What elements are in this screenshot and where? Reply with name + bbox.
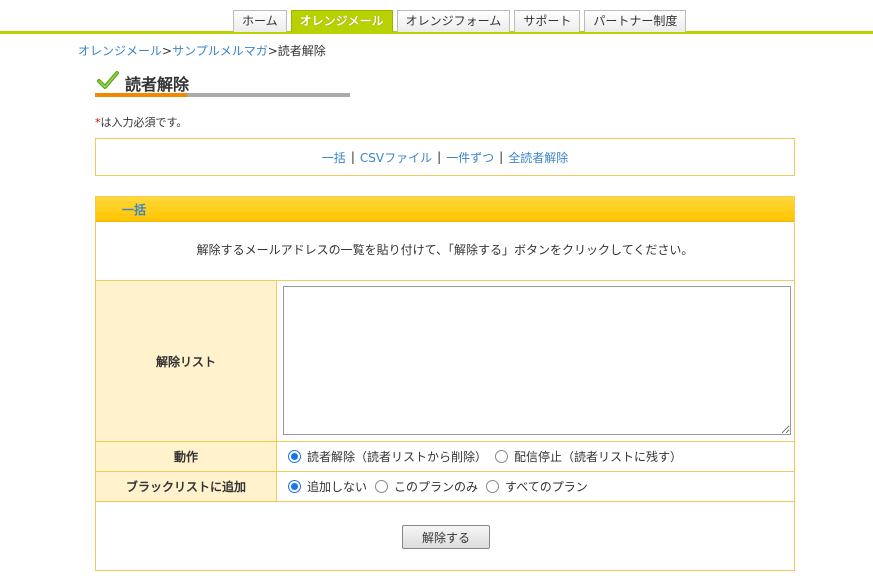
radio-unselected-icon — [495, 450, 509, 463]
radio-label: このプランのみ — [394, 480, 479, 494]
list-value-cell — [278, 281, 794, 441]
page-title-block: 読者解除 — [95, 68, 350, 98]
mode-separator: | — [350, 150, 355, 164]
mode-separator: | — [499, 150, 504, 164]
tab-support[interactable]: サポート — [514, 10, 581, 32]
blacklist-row: ブラックリストに追加 追加しない このプランのみ すべてのプラン — [96, 472, 794, 502]
action-row: 動作 読者解除（読者リストから削除） 配信停止（読者リストに残す） — [96, 442, 794, 472]
mode-links: 一括 | CSVファイル | 一件ずつ | 全読者解除 — [95, 138, 795, 176]
breadcrumb-sample-magazine[interactable]: サンプルメルマガ — [172, 44, 268, 58]
tab-home[interactable]: ホーム — [233, 10, 287, 32]
tab-orange-form[interactable]: オレンジフォーム — [396, 10, 511, 32]
radio-selected-icon — [288, 450, 301, 463]
panel-heading: 一括 — [122, 203, 147, 217]
action-label: 動作 — [96, 442, 277, 471]
breadcrumb-separator: > — [162, 44, 173, 58]
radio-delete-reader[interactable]: 読者解除（読者リストから削除） — [288, 448, 487, 465]
radio-label: 追加しない — [307, 480, 368, 494]
mode-separator: | — [437, 150, 442, 164]
breadcrumb: オレンジメール>サンプルメルマガ>読者解除 — [78, 42, 326, 59]
radio-selected-icon — [288, 480, 301, 493]
required-note-text: は入力必須です。 — [100, 116, 188, 129]
required-note: *は入力必須です。 — [95, 114, 187, 130]
panel-description: 解除するメールアドレスの一覧を貼り付けて、「解除する」ボタンをクリックしてくださ… — [96, 222, 794, 281]
action-options: 読者解除（読者リストから削除） 配信停止（読者リストに残す） — [278, 442, 794, 471]
list-label: 解除リスト — [96, 281, 277, 441]
mode-link-single[interactable]: 一件ずつ — [446, 149, 494, 166]
unsubscribe-button[interactable]: 解除する — [402, 525, 490, 549]
top-navigation: ホーム オレンジメール オレンジフォーム サポート パートナー制度 — [0, 0, 873, 34]
radio-this-plan[interactable]: このプランのみ — [375, 478, 478, 495]
unsubscribe-list-textarea[interactable] — [283, 286, 791, 435]
panel-header: 一括 — [96, 197, 794, 222]
bulk-panel: 一括 解除するメールアドレスの一覧を貼り付けて、「解除する」ボタンをクリックして… — [95, 196, 795, 571]
blacklist-label: ブラックリストに追加 — [96, 472, 277, 501]
radio-label: 配信停止（読者リストに残す） — [514, 450, 683, 464]
radio-no-add[interactable]: 追加しない — [288, 478, 367, 495]
mode-link-csv[interactable]: CSVファイル — [360, 149, 432, 166]
tab-orange-mail[interactable]: オレンジメール — [290, 10, 393, 32]
page-title: 読者解除 — [125, 75, 190, 94]
radio-unselected-icon — [375, 480, 389, 493]
breadcrumb-current: 読者解除 — [277, 44, 326, 58]
mode-link-bulk[interactable]: 一括 — [322, 149, 346, 166]
radio-all-plans[interactable]: すべてのプラン — [486, 478, 588, 495]
list-row: 解除リスト — [96, 281, 794, 442]
tab-partner[interactable]: パートナー制度 — [584, 10, 687, 32]
nav-tabs: ホーム オレンジメール オレンジフォーム サポート パートナー制度 — [233, 10, 687, 32]
radio-label: 読者解除（読者リストから削除） — [307, 450, 488, 464]
radio-stop-delivery[interactable]: 配信停止（読者リストに残す） — [495, 448, 682, 465]
mode-link-all[interactable]: 全読者解除 — [508, 149, 568, 166]
check-icon — [97, 71, 119, 89]
title-underline — [95, 93, 350, 97]
breadcrumb-separator: > — [267, 44, 278, 58]
breadcrumb-orange-mail[interactable]: オレンジメール — [78, 44, 162, 58]
radio-unselected-icon — [486, 480, 500, 493]
radio-label: すべてのプラン — [505, 480, 588, 494]
blacklist-options: 追加しない このプランのみ すべてのプラン — [278, 472, 794, 501]
